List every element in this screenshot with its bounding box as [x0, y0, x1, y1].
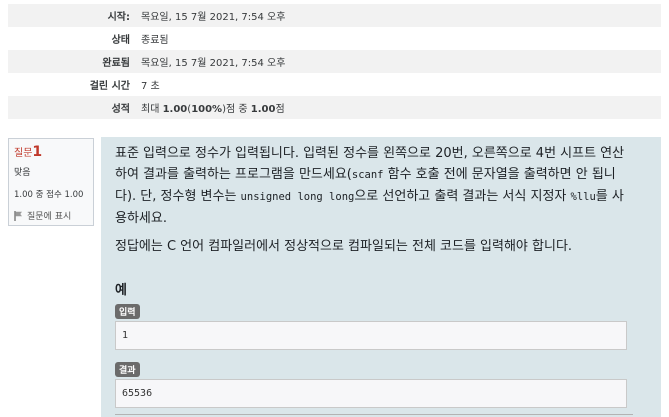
question-state: 맞음 — [14, 168, 31, 178]
summary-row-started: 시작: 목요일, 15 7월 2021, 7:54 오후 — [8, 4, 661, 27]
example-input-box: 1 — [115, 321, 627, 350]
flag-icon — [14, 210, 22, 221]
question-paragraph-2: 정답에는 C 언어 컴파일러에서 정상적으로 컴파일되는 전체 코드를 입력해야… — [115, 239, 573, 254]
question-label: 질문 — [14, 148, 33, 159]
grade-mid: 점 중 — [226, 104, 251, 115]
summary-row-completed: 완료됨 목요일, 15 7월 2021, 7:54 오후 — [8, 50, 661, 73]
summary-label: 걸린 시간 — [89, 81, 130, 92]
flag-question-button[interactable]: 질문에 표시 — [14, 209, 88, 222]
attempt-summary-table: 시작: 목요일, 15 7월 2021, 7:54 오후 상태 종료됨 완료됨 … — [8, 4, 661, 119]
summary-value: 7 초 — [141, 81, 160, 92]
question-info-box: 질문1 맞음 1.00 중 점수 1.00 질문에 표시 — [8, 138, 94, 226]
example-output-box: 65536 — [115, 379, 627, 408]
summary-row-state: 상태 종료됨 — [8, 27, 661, 50]
question-content: 표준 입력으로 정수가 입력됩니다. 입력된 정수를 왼쪽으로 20번, 오른쪽… — [101, 137, 661, 417]
summary-value: 최대 1.00(100%)점 중 1.00점 — [130, 100, 285, 115]
grade-score: 1.00 — [162, 104, 188, 115]
summary-row-time-taken: 걸린 시간 7 초 — [8, 73, 661, 96]
example-title: 예 — [115, 283, 127, 298]
inline-code: %llu — [570, 191, 596, 203]
grade-percent: 100% — [191, 104, 223, 115]
question-number: 질문1 — [14, 144, 88, 162]
divider — [115, 414, 633, 415]
question-paragraph-1: 표준 입력으로 정수가 입력됩니다. 입력된 정수를 왼쪽으로 20번, 오른쪽… — [115, 143, 635, 229]
grade-prefix: 최대 — [141, 104, 163, 115]
summary-label: 상태 — [111, 35, 130, 46]
summary-label: 시작: — [107, 12, 130, 23]
flag-label: 질문에 표시 — [27, 212, 72, 222]
question-grade: 1.00 중 점수 1.00 — [14, 190, 84, 200]
summary-label: 완료됨 — [102, 58, 130, 69]
output-badge: 결과 — [115, 362, 140, 377]
grade-max: 1.00 — [250, 104, 276, 115]
summary-value: 목요일, 15 7월 2021, 7:54 오후 — [141, 12, 286, 23]
grade-suffix: 점 — [275, 104, 285, 115]
inline-code: scanf — [351, 169, 384, 181]
summary-label: 성적 — [111, 104, 130, 115]
text-segment: 으로 선언하고 출력 결과는 서식 지정자 — [354, 189, 571, 204]
question-number-value: 1 — [32, 144, 43, 160]
inline-code: unsigned long long — [240, 191, 355, 203]
input-badge: 입력 — [115, 304, 140, 319]
summary-value: 종료됨 — [141, 35, 169, 46]
summary-value: 목요일, 15 7월 2021, 7:54 오후 — [141, 58, 286, 69]
question-text: 표준 입력으로 정수가 입력됩니다. 입력된 정수를 왼쪽으로 20번, 오른쪽… — [115, 143, 635, 257]
summary-row-grade: 성적 최대 1.00(100%)점 중 1.00점 — [8, 96, 661, 119]
